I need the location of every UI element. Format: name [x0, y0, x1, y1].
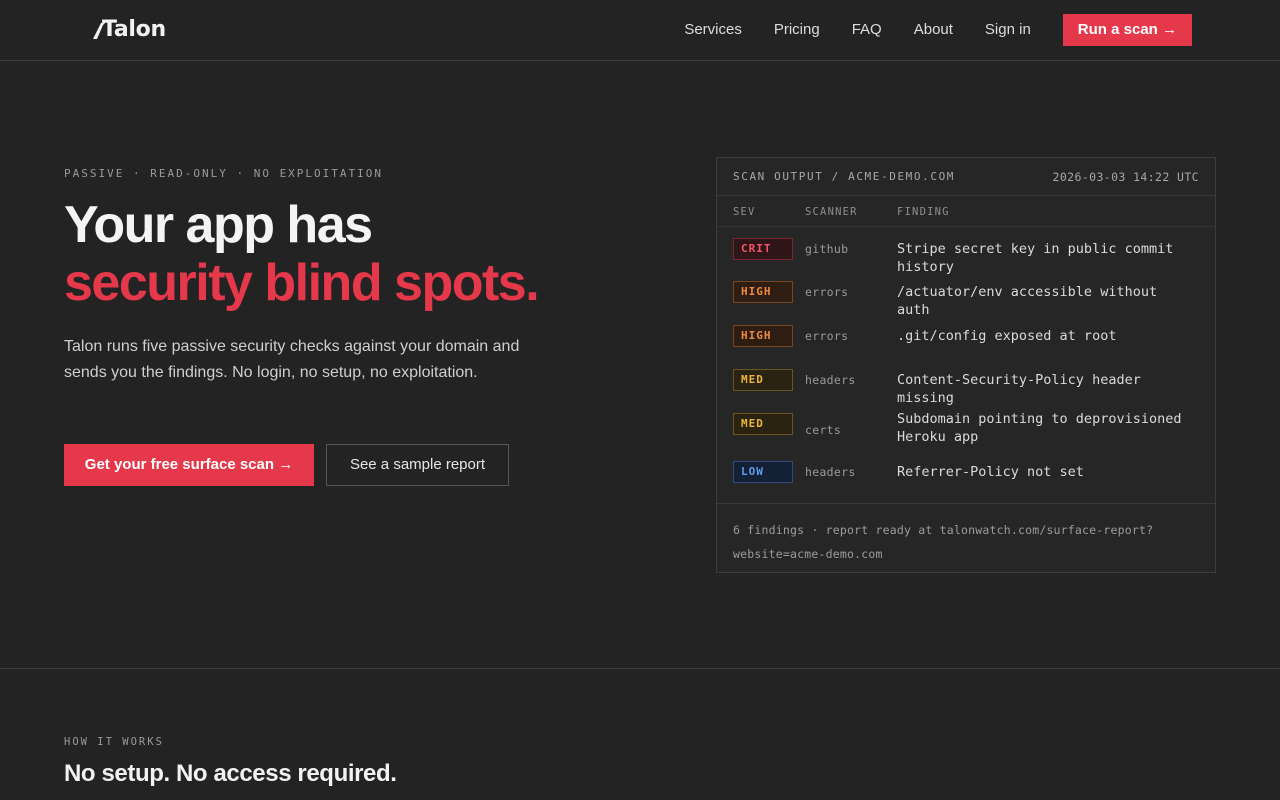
hero-title: Your app has security blind spots.: [64, 196, 540, 312]
table-row: MED headers Content-Security-Policy head…: [717, 359, 1215, 406]
panel-title: SCAN OUTPUT / ACME-DEMO.COM: [733, 170, 956, 183]
severity-badge: LOW: [733, 461, 793, 483]
panel-footer: 6 findings · report ready at talonwatch.…: [717, 503, 1215, 573]
table-row: LOW headers Referrer-Policy not set: [717, 459, 1215, 499]
hero-eyebrow: PASSIVE · READ-ONLY · NO EXPLOITATION: [64, 167, 384, 180]
col-finding: FINDING: [897, 206, 950, 218]
scanner-name: github: [805, 242, 849, 256]
hero-title-line1: Your app has: [64, 196, 373, 254]
logo-text: Talon: [102, 17, 166, 42]
free-scan-button[interactable]: Get your free surface scan →: [64, 444, 314, 486]
how-title: No setup. No access required.: [64, 760, 397, 787]
scan-output-panel: SCAN OUTPUT / ACME-DEMO.COM 2026-03-03 1…: [716, 157, 1216, 573]
scanner-name: headers: [805, 373, 856, 387]
finding-text: Referrer-Policy not set: [897, 464, 1084, 480]
col-scanner: SCANNER: [805, 206, 858, 218]
table-row: HIGH errors .git/config exposed at root: [717, 315, 1215, 359]
table-row: HIGH errors /actuator/env accessible wit…: [717, 271, 1215, 318]
table-header: SEV SCANNER FINDING: [717, 196, 1215, 227]
nav-link-faq[interactable]: FAQ: [852, 14, 882, 46]
scanner-name: certs: [805, 423, 842, 437]
sample-report-button[interactable]: See a sample report: [326, 444, 509, 486]
finding-text: Subdomain pointing to deprovisioned Hero…: [897, 411, 1182, 445]
nav-link-services[interactable]: Services: [684, 14, 742, 46]
col-sev: SEV: [733, 206, 756, 218]
severity-badge: MED: [733, 413, 793, 435]
finding-text: Content-Security-Policy header missing: [897, 372, 1141, 406]
nav-link-sign-in[interactable]: Sign in: [985, 14, 1031, 46]
logo[interactable]: Talon: [92, 17, 166, 42]
severity-badge: HIGH: [733, 325, 793, 347]
nav-links: Services Pricing FAQ About Sign in Run a…: [652, 14, 1192, 46]
scanner-name: errors: [805, 285, 849, 299]
scanner-name: headers: [805, 465, 856, 479]
hero-description: Talon runs five passive security checks …: [64, 338, 520, 381]
run-scan-button[interactable]: Run a scan →: [1062, 14, 1192, 46]
hero-title-line2: security blind spots.: [64, 254, 540, 312]
nav-link-pricing[interactable]: Pricing: [774, 14, 820, 46]
nav-link-about[interactable]: About: [914, 14, 953, 46]
finding-text: /actuator/env accessible without auth: [897, 284, 1158, 318]
top-nav: Talon Services Pricing FAQ About Sign in…: [0, 0, 1280, 61]
severity-badge: MED: [733, 369, 793, 391]
scan-timestamp: 2026-03-03 14:22 UTC: [1052, 169, 1199, 184]
panel-header: SCAN OUTPUT / ACME-DEMO.COM 2026-03-03 1…: [717, 158, 1215, 196]
finding-text: .git/config exposed at root: [897, 328, 1117, 344]
table-row: CRIT github Stripe secret key in public …: [717, 227, 1215, 275]
severity-badge: CRIT: [733, 238, 793, 260]
section-divider: [0, 668, 1280, 669]
table-row: MED certs Subdomain pointing to deprovis…: [717, 403, 1215, 459]
severity-badge: HIGH: [733, 281, 793, 303]
scanner-name: errors: [805, 329, 849, 343]
how-eyebrow: HOW IT WORKS: [64, 736, 164, 748]
